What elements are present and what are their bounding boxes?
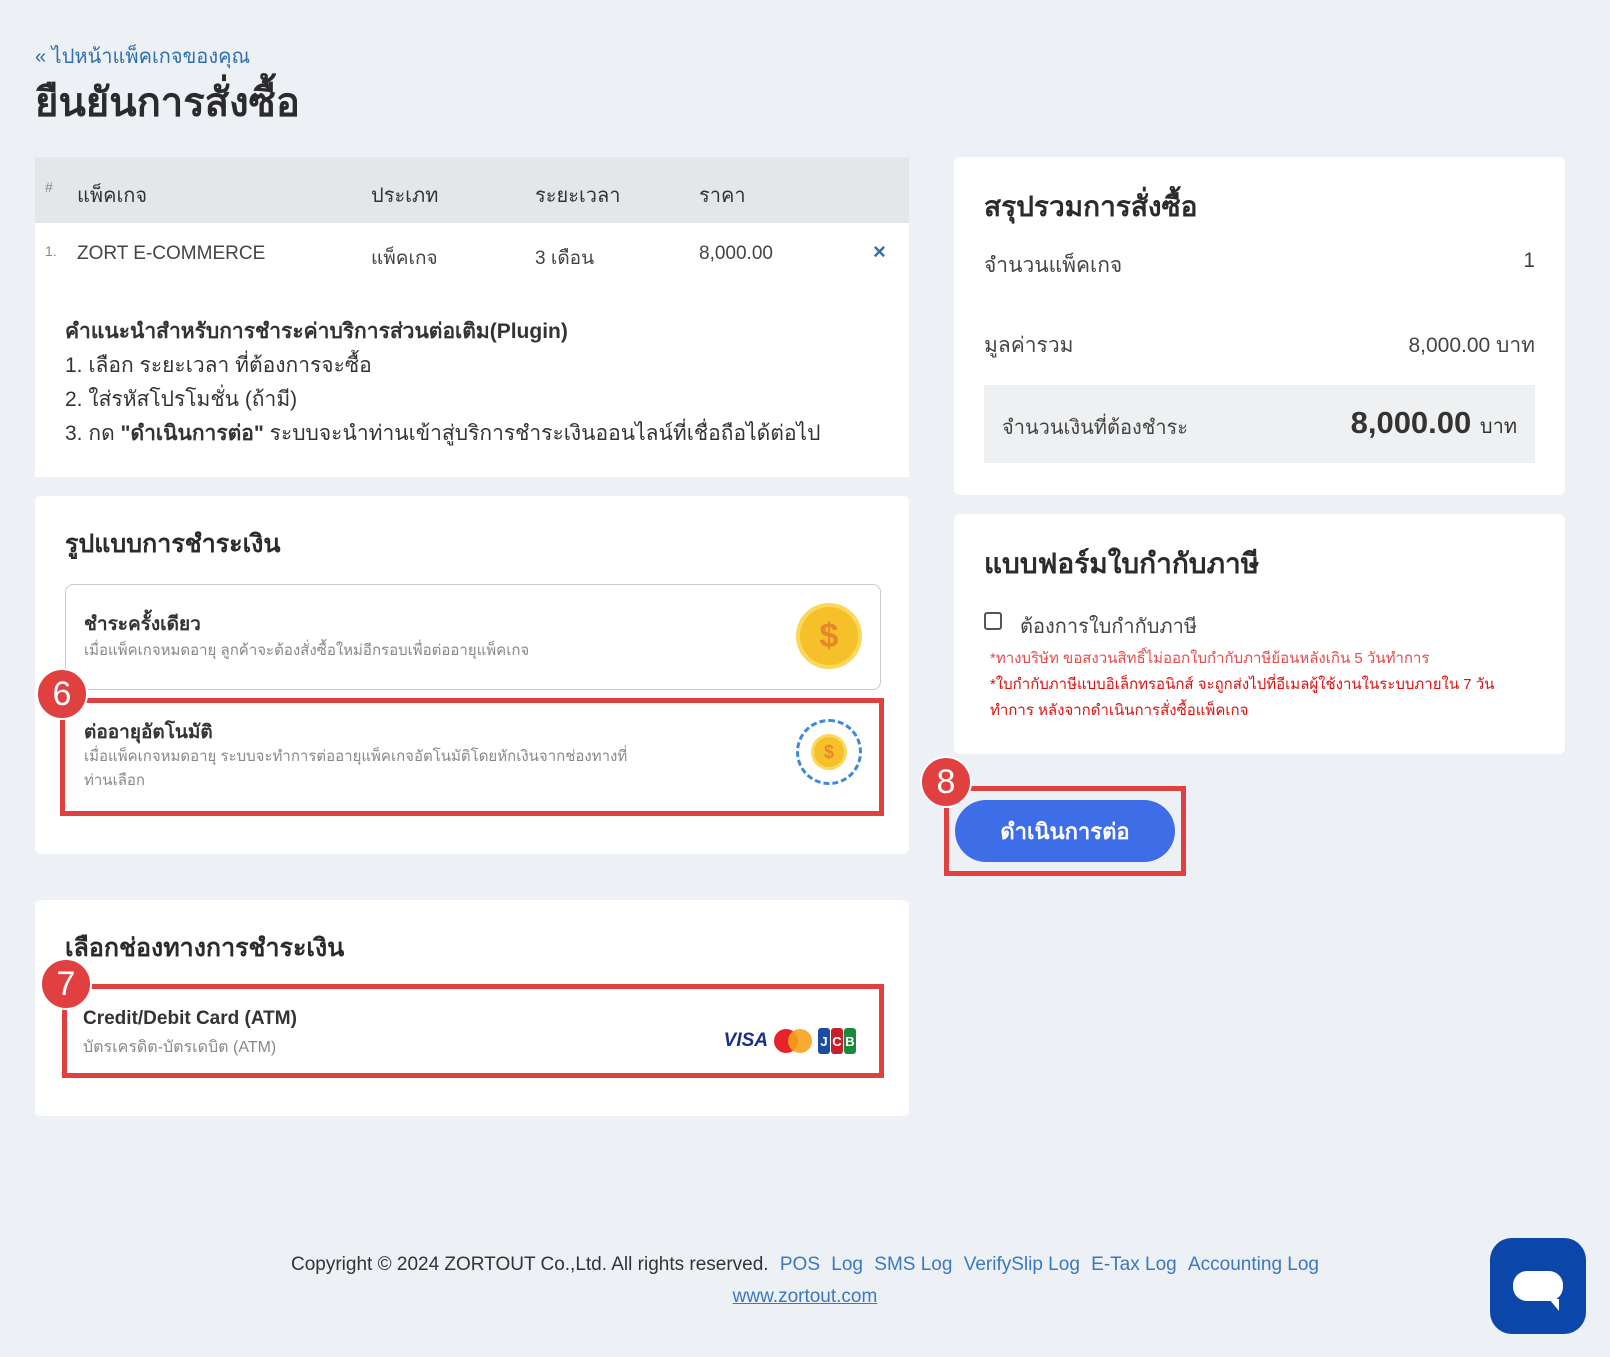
subtotal-label: มูลค่ารวม [984, 334, 1074, 357]
package-count-label: จำนวนแพ็คเกจ [984, 254, 1123, 277]
copyright-text: Copyright © 2024 ZORTOUT Co.,Ltd. All ri… [291, 1254, 769, 1275]
payment-channel-title: เลือกช่องทางการชำระเงิน [65, 934, 345, 962]
chat-button[interactable] [1490, 1238, 1586, 1334]
website-link[interactable]: www.zortout.com [733, 1286, 878, 1307]
table-header: # แพ็คเกจ ประเภท ระยะเวลา ราคา [35, 157, 909, 223]
option-description: เมื่อแพ็คเกจหมดอายุ ระบบจะทำการต่ออายุแพ… [84, 748, 628, 789]
header-price: ราคา [699, 185, 746, 207]
total-amount: 8,000.00 [1350, 405, 1472, 440]
row-duration: 3 เดือน [535, 248, 595, 269]
footer-site: www.zortout.com [0, 1286, 1610, 1308]
header-duration: ระยะเวลา [535, 185, 621, 207]
step-badge-7: 7 [40, 958, 92, 1010]
mastercard-logo [774, 1029, 812, 1053]
row-index: 1. [45, 243, 57, 259]
table-row: 1. ZORT E-COMMERCE แพ็คเกจ 3 เดือน 8,000… [35, 223, 909, 279]
footer-link-log[interactable]: Log [831, 1254, 863, 1275]
total-due-value: 8,000.00 บาท [1351, 405, 1517, 442]
footer-link-verifyslip-log[interactable]: VerifySlip Log [964, 1254, 1080, 1275]
subtotal-row: มูลค่ารวม 8,000.00 บาท [984, 329, 1535, 362]
payment-channel-card: เลือกช่องทางการชำระเงิน Credit/Debit Car… [35, 900, 909, 1116]
step3-bold: "ดำเนินการต่อ" [120, 422, 264, 445]
jcb-logo: J C B [818, 1028, 857, 1054]
tax-note-electronic: *ใบกำกับภาษีแบบอิเล็กทรอนิกส์ จะถูกส่งไป… [990, 676, 1495, 719]
total-due-label: จำนวนเงินที่ต้องชำระ [1002, 417, 1189, 439]
coin-symbol: $ [819, 616, 839, 655]
row-price: 8,000.00 [699, 243, 773, 264]
coin-icon: $ [796, 603, 862, 669]
remove-icon[interactable]: × [873, 239, 886, 265]
continue-button[interactable]: ดำเนินการต่อ [955, 800, 1175, 862]
step3-suffix: ระบบจะนำท่านเข้าสู่บริการชำระเงินออนไลน์… [263, 422, 821, 445]
footer: Copyright © 2024 ZORTOUT Co.,Ltd. All ri… [0, 1254, 1610, 1276]
instructions-title: คำแนะนำสำหรับการชำระค่าบริการส่วนต่อเติม… [65, 320, 568, 343]
channel-option-description: บัตรเครดิต-บัตรเดบิต (ATM) [83, 1039, 277, 1056]
auto-renew-coin-icon: $ [796, 719, 862, 785]
total-due-box: จำนวนเงินที่ต้องชำระ 8,000.00 บาท [984, 385, 1535, 463]
summary-title: สรุปรวมการสั่งซื้อ [984, 191, 1198, 222]
subtotal-value: 8,000.00 บาท [1408, 334, 1535, 357]
footer-link-sms-log[interactable]: SMS Log [874, 1254, 952, 1275]
card-logos: VISA J C B [724, 1028, 857, 1054]
header-index: # [45, 179, 53, 195]
page-title: ยืนยันการสั่งซื้อ [35, 81, 300, 125]
footer-link-accounting-log[interactable]: Accounting Log [1188, 1254, 1319, 1275]
payment-option-one-time[interactable]: ชำระครั้งเดียว เมื่อแพ็คเกจหมดอายุ ลูกค้… [65, 584, 881, 690]
header-package: แพ็คเกจ [77, 185, 148, 207]
footer-link-etax-log[interactable]: E-Tax Log [1091, 1254, 1177, 1275]
step-badge-6: 6 [36, 668, 88, 720]
tax-note-retroactive: *ทางบริษัท ขอสงวนสิทธิ์ไม่ออกใบกำกับภาษี… [990, 650, 1430, 667]
coin-symbol: $ [811, 734, 847, 770]
package-count-value: 1 [1523, 249, 1535, 272]
package-table-card: # แพ็คเกจ ประเภท ระยะเวลา ราคา 1. ZORT E… [35, 157, 909, 477]
channel-option-title[interactable]: Credit/Debit Card (ATM) [83, 1008, 297, 1030]
step-badge-8: 8 [920, 756, 972, 808]
jcb-letter: C [831, 1028, 843, 1054]
payment-option-auto-renew[interactable]: ต่ออายุอัตโนมัติ เมื่อแพ็คเกจหมดอายุ ระบ… [65, 696, 881, 804]
order-summary-card: สรุปรวมการสั่งซื้อ จำนวนแพ็คเกจ 1 มูลค่า… [954, 157, 1565, 495]
payment-type-card: รูปแบบการชำระเงิน ชำระครั้งเดียว เมื่อแพ… [35, 496, 909, 854]
chat-icon [1513, 1271, 1563, 1311]
option-title: ชำระครั้งเดียว [84, 614, 201, 635]
jcb-letter: J [818, 1028, 830, 1054]
jcb-letter: B [844, 1028, 856, 1054]
row-package-name: ZORT E-COMMERCE [77, 243, 266, 264]
header-type: ประเภท [371, 185, 439, 207]
option-title: ต่ออายุอัตโนมัติ [84, 722, 213, 743]
instruction-step-3: 3. กด "ดำเนินการต่อ" ระบบจะนำท่านเข้าสู่… [65, 417, 820, 451]
tax-invoice-checkbox[interactable] [984, 612, 1002, 630]
row-type: แพ็คเกจ [371, 248, 438, 269]
total-unit: บาท [1479, 416, 1517, 438]
tax-invoice-checkbox-label[interactable]: ต้องการใบกำกับภาษี [1020, 610, 1197, 642]
tax-invoice-card: แบบฟอร์มใบกำกับภาษี ต้องการใบกำกับภาษี *… [954, 514, 1565, 754]
instruction-step-2: 2. ใส่รหัสโปรโมชั่น (ถ้ามี) [65, 388, 298, 411]
package-count-row: จำนวนแพ็คเกจ 1 [984, 249, 1535, 282]
payment-type-title: รูปแบบการชำระเงิน [65, 530, 281, 558]
option-description: เมื่อแพ็คเกจหมดอายุ ลูกค้าจะต้องสั่งซื้อ… [84, 642, 530, 659]
step3-prefix: 3. กด [65, 422, 121, 445]
plugin-instructions: คำแนะนำสำหรับการชำระค่าบริการส่วนต่อเติม… [65, 315, 820, 451]
visa-logo: VISA [723, 1030, 768, 1051]
back-to-packages-link[interactable]: « ไปหน้าแพ็คเกจของคุณ [35, 40, 250, 72]
tax-form-title: แบบฟอร์มใบกำกับภาษี [984, 548, 1260, 579]
footer-link-pos[interactable]: POS [780, 1254, 820, 1275]
instruction-step-1: 1. เลือก ระยะเวลา ที่ต้องการจะซื้อ [65, 354, 372, 377]
